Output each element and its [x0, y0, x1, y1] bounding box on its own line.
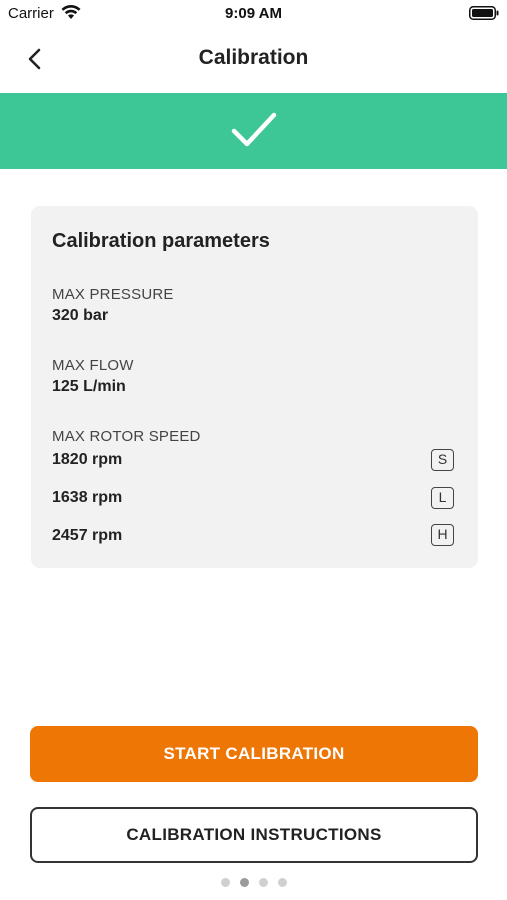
rotor-speed-value-l: 1638 rpm — [52, 489, 123, 506]
battery-icon — [469, 6, 499, 20]
rotor-speed-value-h: 2457 rpm — [52, 527, 123, 544]
checkmark-icon — [231, 112, 277, 147]
success-banner — [0, 93, 507, 169]
speed-badge-l: L — [431, 487, 454, 509]
max-flow-value: 125 L/min — [52, 378, 126, 395]
speed-badge-s: S — [431, 449, 454, 471]
start-calibration-button[interactable]: START CALIBRATION — [30, 726, 478, 782]
navigation-bar: Calibration — [0, 36, 507, 82]
max-pressure-value: 320 bar — [52, 307, 109, 324]
card-title: Calibration parameters — [52, 230, 270, 252]
page-dot-1[interactable] — [220, 878, 230, 887]
page-dot-2[interactable] — [239, 878, 249, 887]
page-indicator — [0, 878, 507, 888]
calibration-instructions-button[interactable]: CALIBRATION INSTRUCTIONS — [30, 807, 478, 863]
page-dot-3[interactable] — [258, 878, 268, 887]
max-pressure-label: MAX PRESSURE — [52, 286, 174, 303]
speed-badge-h: H — [431, 524, 454, 546]
status-time: 9:09 AM — [225, 5, 282, 22]
calibration-parameters-card: Calibration parameters MAX PRESSURE 320 … — [31, 206, 478, 568]
rotor-speed-value-s: 1820 rpm — [52, 451, 123, 468]
max-rotor-speed-label: MAX ROTOR SPEED — [52, 428, 201, 445]
max-flow-label: MAX FLOW — [52, 357, 134, 374]
page-title: Calibration — [198, 46, 309, 69]
page-dot-4[interactable] — [277, 878, 287, 887]
status-bar: Carrier 9:09 AM — [0, 0, 507, 28]
